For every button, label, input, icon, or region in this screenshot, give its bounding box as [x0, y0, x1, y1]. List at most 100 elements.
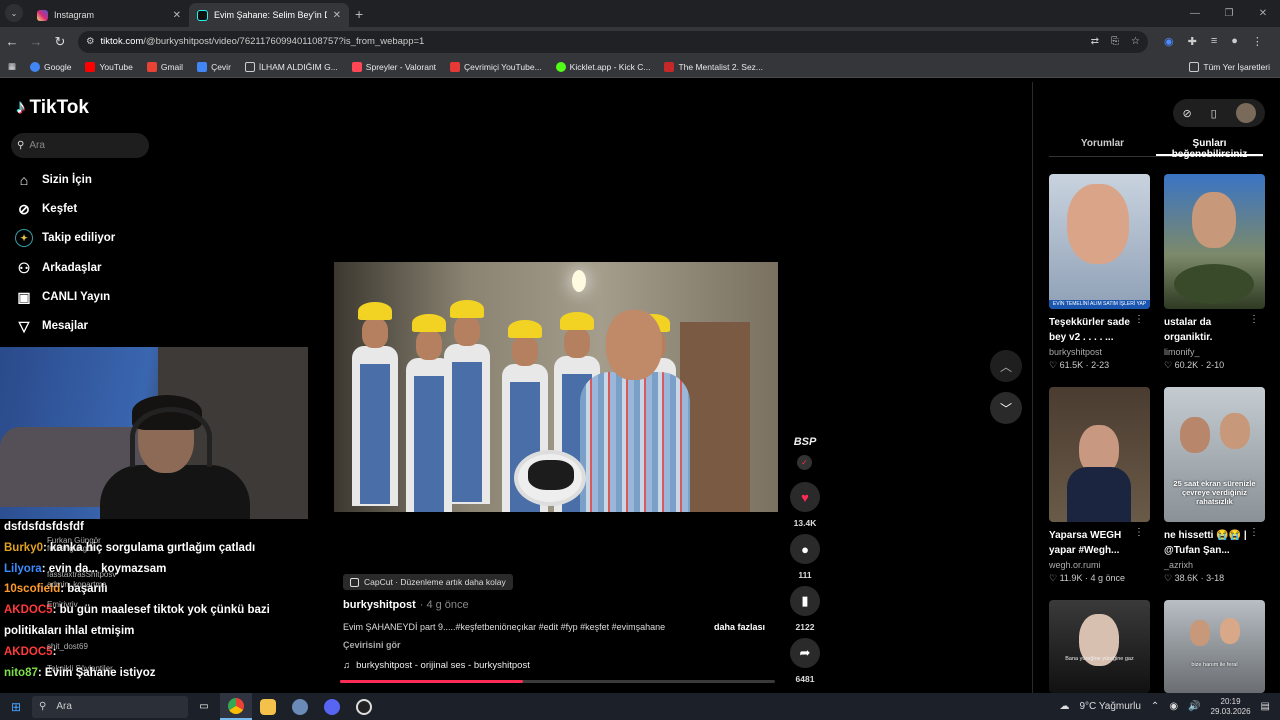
translate-icon[interactable]: ⇄ — [1091, 36, 1099, 47]
notification-icon[interactable]: ▤ — [1261, 701, 1270, 712]
save-action[interactable]: ▮ 2122 — [788, 586, 822, 632]
thumbnail-face — [1180, 417, 1210, 453]
obs-app-icon[interactable] — [348, 693, 380, 720]
menu-icon[interactable]: ⋮ — [1252, 35, 1263, 48]
apps-icon[interactable]: ▦ — [8, 61, 16, 72]
task-view-icon[interactable]: ▭ — [188, 693, 220, 720]
weather-text[interactable]: 9°C Yağmurlu — [1079, 701, 1140, 712]
more-button[interactable]: daha fazlası — [714, 622, 765, 632]
video-thumbnail[interactable] — [1049, 387, 1150, 522]
tab-instagram[interactable]: Instagram ✕ — [29, 3, 189, 27]
reload-button[interactable]: ↻ — [48, 34, 72, 50]
extensions-puzzle-icon[interactable]: ✚ — [1188, 35, 1197, 48]
music-link[interactable]: ♫ burkyshitpost - orijinal ses - burkyshi… — [343, 660, 530, 671]
sidebar-item-live[interactable]: ▣ CANLI Yayın — [15, 288, 215, 306]
minimize-button[interactable]: — — [1178, 0, 1212, 27]
restore-button[interactable]: ❐ — [1212, 0, 1246, 27]
bookmark-youtube-converter[interactable]: Çevrimiçi YouTube... — [450, 61, 542, 72]
more-options-icon[interactable]: ⋮ — [1249, 314, 1259, 325]
comment-icon[interactable]: ● — [790, 534, 820, 564]
sidebar-item-for-you[interactable]: ⌂ Sizin İçin — [15, 171, 215, 189]
bookmark-gmail[interactable]: Gmail — [146, 61, 183, 72]
tray-chevron-icon[interactable]: ⌃ — [1151, 701, 1159, 712]
coin-icon[interactable]: ⊘ — [1182, 107, 1191, 120]
profile-icon[interactable]: ● — [1231, 35, 1238, 48]
bookmark-cevir[interactable]: Çevir — [197, 61, 231, 72]
sidebar-item-friends[interactable]: ⚇ Arkadaşlar — [15, 259, 215, 277]
recommended-video-card[interactable]: Bana yüreğine yüreğine gaz — [1049, 600, 1150, 693]
forward-button[interactable]: → — [24, 34, 48, 49]
creator-avatar[interactable]: BSP — [792, 436, 818, 456]
sidebar-item-explore[interactable]: ⊘ Keşfet — [15, 200, 215, 218]
bookmark-star-icon[interactable]: ☆ — [1131, 36, 1140, 47]
more-options-icon[interactable]: ⋮ — [1134, 314, 1144, 325]
new-tab-button[interactable]: + — [355, 6, 363, 22]
video-thumbnail[interactable]: bize hanım ile feral — [1164, 600, 1265, 693]
device-icon[interactable]: ▯ — [1211, 107, 1217, 120]
video-thumbnail[interactable] — [1164, 174, 1265, 309]
comment-action[interactable]: ● 111 — [788, 534, 822, 580]
tiktok-logo[interactable]: ♪ TikTok — [16, 97, 89, 119]
thumbnail-face — [1067, 184, 1129, 264]
bookmark-mentalist[interactable]: The Mentalist 2. Sez... — [664, 61, 763, 72]
url-field[interactable]: ⚙ tiktok.com/@burkyshitpost/video/762117… — [78, 30, 1148, 53]
app-icon-bird[interactable] — [284, 693, 316, 720]
previous-video-button[interactable]: ︿ — [990, 350, 1022, 382]
close-window-button[interactable]: ✕ — [1246, 0, 1280, 27]
network-icon[interactable]: ◉ — [1169, 701, 1178, 712]
tab-you-may-like[interactable]: Şunları beğenebilirsiniz — [1156, 133, 1263, 160]
weather-icon[interactable]: ☁ — [1059, 701, 1069, 712]
share-icon[interactable]: ➦ — [790, 638, 820, 668]
back-button[interactable]: ← — [0, 34, 24, 49]
bookmark-valorant[interactable]: Spreyler - Valorant — [351, 61, 436, 72]
video-thumbnail[interactable]: 25 saat ekran sürenizle çevreye verdiğin… — [1164, 387, 1265, 522]
recommended-video-card[interactable]: EVİN TEMELİNİ ALIM SATIM İŞLERİ YAP Teşe… — [1049, 174, 1150, 371]
recommended-video-card[interactable]: ustalar da organiktir. ⋮ limonify_ ♡ 60.… — [1164, 174, 1265, 371]
bookmark-google[interactable]: Google — [30, 61, 71, 72]
sidebar-item-messages[interactable]: ▽ Mesajlar — [15, 317, 215, 335]
discord-app-icon[interactable] — [316, 693, 348, 720]
sidebar-item-following[interactable]: ✦ Takip ediliyor — [15, 229, 215, 247]
capcut-banner[interactable]: CapCut · Düzenleme artık daha kolay — [343, 574, 513, 590]
follow-button[interactable]: ✓ — [797, 455, 812, 470]
chat-ghost-text: Teknikli Söylentiler — [47, 664, 113, 673]
video-author[interactable]: burkyshitpost · 4 g önce — [343, 599, 469, 611]
recommended-video-card[interactable]: bize hanım ile feral — [1164, 600, 1265, 693]
like-action[interactable]: ♥ 13.4K — [788, 482, 822, 528]
windows-start-icon[interactable]: ⊞ — [0, 700, 32, 714]
recommended-video-card[interactable]: Yaparsa WEGH yapar #Wegh... ⋮ wegh.or.ru… — [1049, 387, 1150, 584]
bookmark-folder[interactable]: İLHAM ALDIĞIM G... — [244, 61, 338, 72]
clock[interactable]: 20:19 29.03.2026 — [1211, 697, 1251, 717]
reading-list-icon[interactable]: ≡ — [1211, 35, 1217, 48]
avatar[interactable] — [1235, 103, 1256, 123]
more-options-icon[interactable]: ⋮ — [1134, 527, 1144, 538]
volume-icon[interactable]: 🔊 — [1188, 701, 1200, 712]
translate-button[interactable]: Çevirisini gör — [343, 640, 401, 650]
extension-icon[interactable]: ◉ — [1164, 35, 1174, 48]
video-thumbnail[interactable]: Bana yüreğine yüreğine gaz — [1049, 600, 1150, 693]
heart-icon[interactable]: ♥ — [790, 482, 820, 512]
all-bookmarks[interactable]: Tüm Yer İşaretleri — [1189, 61, 1270, 72]
bookmark-youtube[interactable]: YouTube — [85, 61, 133, 72]
video-progress-bar[interactable] — [340, 680, 775, 683]
close-icon[interactable]: ✕ — [173, 10, 181, 21]
chrome-app-icon[interactable] — [220, 693, 252, 720]
next-video-button[interactable]: ﹀ — [990, 392, 1022, 424]
tab-tiktok[interactable]: Evim Şahane: Selim Bey'in Döni ✕ — [189, 3, 349, 27]
bookmark-kicklet[interactable]: Kicklet.app - Kick C... — [555, 61, 650, 72]
close-icon[interactable]: ✕ — [333, 10, 341, 21]
file-explorer-icon[interactable] — [252, 693, 284, 720]
recommended-video-card[interactable]: 25 saat ekran sürenizle çevreye verdiğin… — [1164, 387, 1265, 584]
video-thumbnail[interactable]: EVİN TEMELİNİ ALIM SATIM İŞLERİ YAP — [1049, 174, 1150, 309]
share-action[interactable]: ➦ 6481 — [788, 638, 822, 684]
video-player[interactable] — [334, 262, 778, 512]
install-icon[interactable]: ⎘ — [1111, 36, 1119, 47]
more-options-icon[interactable]: ⋮ — [1249, 527, 1259, 538]
tab-comments[interactable]: Yorumlar — [1049, 133, 1156, 156]
site-info-icon[interactable]: ⚙ — [86, 36, 95, 47]
search-input[interactable]: ⚲ Ara — [11, 133, 149, 158]
tab-title: Instagram — [54, 10, 95, 20]
tab-search-button[interactable]: ⌄ — [5, 4, 23, 22]
bookmark-icon[interactable]: ▮ — [790, 586, 820, 616]
taskbar-search-input[interactable]: ⚲ Ara — [32, 695, 188, 718]
